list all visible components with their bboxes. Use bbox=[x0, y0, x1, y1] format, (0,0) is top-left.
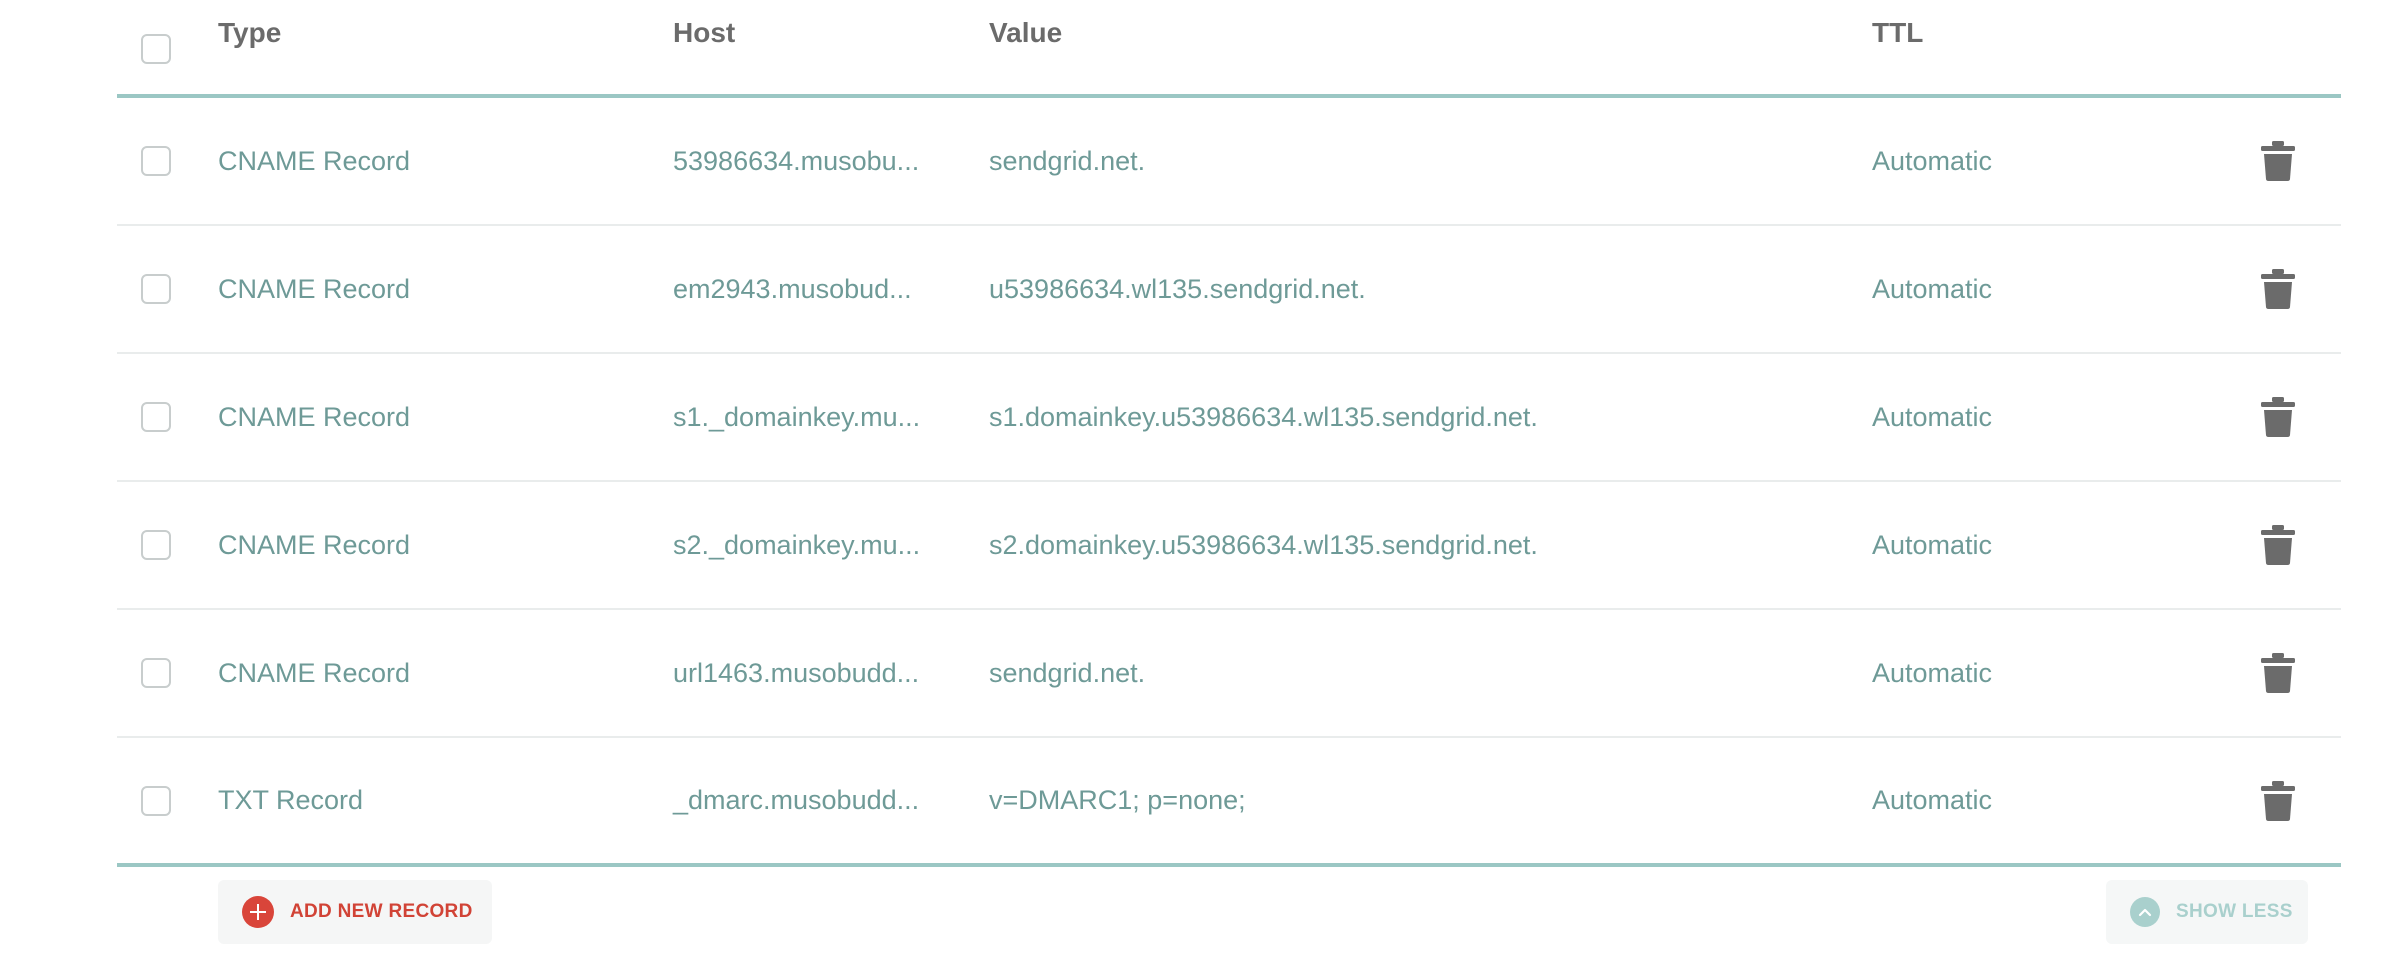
record-ttl: Automatic bbox=[1872, 273, 1993, 304]
record-value: v=DMARC1; p=none; bbox=[989, 785, 1246, 815]
delete-record-button[interactable] bbox=[2261, 98, 2295, 224]
dns-records-panel: Type Host Value TTL CNAME Record 5398663… bbox=[0, 0, 2394, 964]
plus-circle-icon bbox=[242, 896, 274, 928]
header-host: Host bbox=[673, 17, 736, 48]
table-row[interactable]: CNAME Record 53986634.musobu... sendgrid… bbox=[117, 98, 2341, 226]
row-checkbox[interactable] bbox=[141, 658, 171, 688]
record-value: sendgrid.net. bbox=[989, 657, 1146, 688]
record-ttl: Automatic bbox=[1872, 145, 1993, 176]
record-type: CNAME Record bbox=[218, 401, 411, 432]
select-all-checkbox[interactable] bbox=[141, 34, 171, 64]
record-host: em2943.musobud... bbox=[673, 273, 912, 304]
record-ttl: Automatic bbox=[1872, 657, 1993, 688]
record-type: CNAME Record bbox=[218, 273, 411, 304]
record-host: _dmarc.musobudd... bbox=[673, 785, 920, 815]
table-footer: ADD NEW RECORD SHOW LESS bbox=[0, 880, 2394, 944]
header-ttl: TTL bbox=[1872, 17, 1924, 48]
record-type: CNAME Record bbox=[218, 529, 411, 560]
record-ttl: Automatic bbox=[1872, 529, 1993, 560]
table-row[interactable]: CNAME Record s1._domainkey.mu... s1.doma… bbox=[117, 354, 2341, 482]
record-ttl: Automatic bbox=[1872, 785, 1993, 815]
record-type: CNAME Record bbox=[218, 145, 411, 176]
add-new-record-button[interactable]: ADD NEW RECORD bbox=[218, 880, 492, 944]
row-checkbox[interactable] bbox=[141, 530, 171, 560]
header-value: Value bbox=[989, 17, 1063, 48]
row-checkbox[interactable] bbox=[141, 785, 171, 816]
trash-icon[interactable] bbox=[2261, 525, 2295, 565]
record-host: 53986634.musobu... bbox=[673, 145, 920, 176]
record-host: url1463.musobudd... bbox=[673, 657, 920, 688]
table-row[interactable]: CNAME Record url1463.musobudd... sendgri… bbox=[117, 610, 2341, 738]
row-checkbox[interactable] bbox=[141, 274, 171, 304]
delete-record-button[interactable] bbox=[2261, 610, 2295, 736]
record-value: s2.domainkey.u53986634.wl135.sendgrid.ne… bbox=[989, 529, 1538, 560]
row-checkbox[interactable] bbox=[141, 402, 171, 432]
trash-icon[interactable] bbox=[2261, 141, 2295, 181]
record-type: TXT Record bbox=[218, 785, 364, 815]
record-value: s1.domainkey.u53986634.wl135.sendgrid.ne… bbox=[989, 401, 1538, 432]
show-less-button[interactable]: SHOW LESS bbox=[2106, 880, 2308, 944]
record-ttl: Automatic bbox=[1872, 401, 1993, 432]
record-type: CNAME Record bbox=[218, 657, 411, 688]
record-value: u53986634.wl135.sendgrid.net. bbox=[989, 273, 1366, 304]
delete-record-button[interactable] bbox=[2261, 482, 2295, 608]
record-host: s2._domainkey.mu... bbox=[673, 529, 921, 560]
chevron-up-icon bbox=[2130, 897, 2160, 927]
record-host: s1._domainkey.mu... bbox=[673, 401, 921, 432]
table-row[interactable]: CNAME Record em2943.musobud... u53986634… bbox=[117, 226, 2341, 354]
dns-records-table: Type Host Value TTL CNAME Record 5398663… bbox=[117, 0, 2341, 867]
table-header: Type Host Value TTL bbox=[117, 0, 2341, 98]
add-new-record-label: ADD NEW RECORD bbox=[290, 901, 473, 922]
header-type: Type bbox=[218, 17, 282, 48]
record-value: sendgrid.net. bbox=[989, 145, 1146, 176]
table-row[interactable]: CNAME Record s2._domainkey.mu... s2.doma… bbox=[117, 482, 2341, 610]
trash-icon[interactable] bbox=[2261, 397, 2295, 437]
trash-icon[interactable] bbox=[2261, 780, 2295, 821]
delete-record-button[interactable] bbox=[2261, 354, 2295, 480]
trash-icon[interactable] bbox=[2261, 269, 2295, 309]
delete-record-button[interactable] bbox=[2261, 738, 2295, 863]
table-row[interactable]: TXT Record _dmarc.musobudd... v=DMARC1; … bbox=[117, 738, 2341, 867]
delete-record-button[interactable] bbox=[2261, 226, 2295, 352]
trash-icon[interactable] bbox=[2261, 653, 2295, 693]
show-less-label: SHOW LESS bbox=[2176, 901, 2293, 922]
row-checkbox[interactable] bbox=[141, 146, 171, 176]
